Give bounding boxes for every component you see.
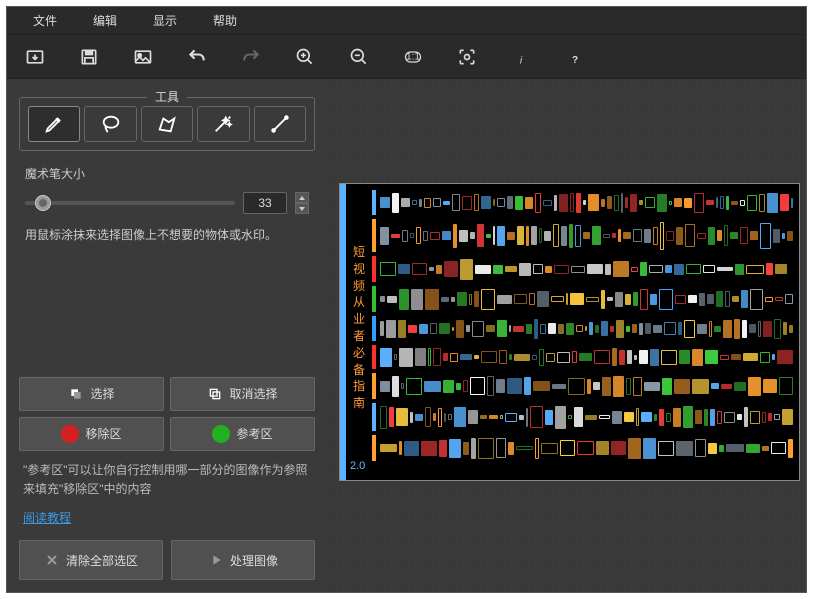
menu-file[interactable]: 文件 [15, 6, 75, 35]
app-window: 文件 编辑 显示 帮助 1:1 i ? 工具 [6, 6, 807, 593]
process-image-button[interactable]: 处理图像 [171, 540, 315, 580]
deselect-label: 取消选择 [229, 385, 277, 402]
brush-hint: 用鼠标涂抹来选择图像上不想要的物体或水印。 [19, 224, 315, 247]
tutorial-link[interactable]: 阅读教程 [19, 509, 315, 526]
remove-zone-button[interactable]: 移除区 [19, 417, 164, 451]
menu-view[interactable]: 显示 [135, 6, 195, 35]
svg-text:i: i [520, 55, 523, 66]
brush-size-up[interactable] [295, 192, 309, 203]
deselect-button[interactable]: 取消选择 [170, 377, 315, 411]
process-label: 处理图像 [230, 552, 278, 569]
brush-size-value[interactable]: 33 [243, 192, 287, 214]
ref-zone-label: 参考区 [236, 425, 272, 442]
image-button[interactable] [127, 41, 159, 73]
red-circle-icon [61, 425, 79, 443]
redo-button[interactable] [235, 41, 267, 73]
menu-edit[interactable]: 编辑 [75, 6, 135, 35]
tool-polygon[interactable] [141, 106, 193, 142]
brush-size-label: 魔术笔大小 [25, 165, 315, 182]
tool-lasso[interactable] [84, 106, 136, 142]
main-toolbar: 1:1 i ? [7, 35, 806, 79]
clear-label: 清除全部选区 [66, 552, 138, 569]
menubar: 文件 编辑 显示 帮助 [7, 7, 806, 35]
info-button[interactable]: i [505, 41, 537, 73]
zoom-in-button[interactable] [289, 41, 321, 73]
clear-selection-button[interactable]: 清除全部选区 [19, 540, 163, 580]
tools-panel: 工具 [19, 97, 315, 151]
canvas-area[interactable]: 短视频从业者必备指南 2.0 [327, 79, 806, 592]
open-button[interactable] [19, 41, 51, 73]
brush-size-down[interactable] [295, 203, 309, 214]
help-button[interactable]: ? [559, 41, 591, 73]
tool-magic[interactable] [197, 106, 249, 142]
brush-size-slider[interactable] [25, 201, 235, 205]
green-circle-icon [212, 425, 230, 443]
ref-zone-note: "参考区"可以让你自行控制用哪一部分的图像作为参照来填充"移除区"中的内容 [19, 461, 315, 499]
select-label: 选择 [90, 385, 114, 402]
menu-help[interactable]: 帮助 [195, 6, 255, 35]
zoom-actual-button[interactable]: 1:1 [397, 41, 429, 73]
svg-text:?: ? [572, 54, 578, 65]
image-version: 2.0 [350, 460, 365, 472]
ref-zone-button[interactable]: 参考区 [170, 417, 315, 451]
remove-zone-label: 移除区 [85, 425, 121, 442]
undo-button[interactable] [181, 41, 213, 73]
sidebar: 工具 魔术笔大小 33 用鼠标 [7, 79, 327, 592]
tool-marker[interactable] [28, 106, 80, 142]
zoom-out-button[interactable] [343, 41, 375, 73]
slider-thumb[interactable] [35, 195, 51, 211]
tools-title: 工具 [147, 88, 187, 105]
tool-line[interactable] [254, 106, 306, 142]
svg-text:1:1: 1:1 [406, 51, 420, 62]
save-button[interactable] [73, 41, 105, 73]
loaded-image[interactable]: 短视频从业者必备指南 2.0 [339, 183, 800, 481]
select-button[interactable]: 选择 [19, 377, 164, 411]
zoom-fit-button[interactable] [451, 41, 483, 73]
image-sidebar-text: 短视频从业者必备指南 [350, 244, 368, 412]
